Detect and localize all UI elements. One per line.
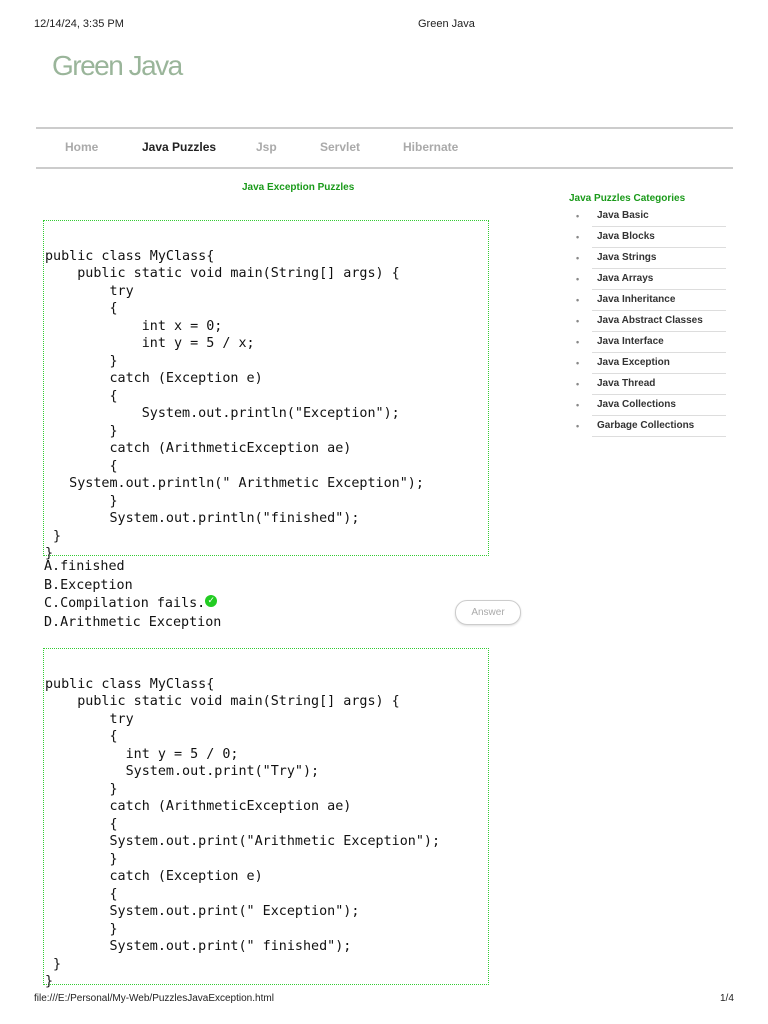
code-line: catch (Exception e) xyxy=(45,371,263,386)
sidebar-item[interactable]: Java Exception xyxy=(576,353,726,374)
code-line: { xyxy=(45,388,118,404)
code-line: try xyxy=(45,283,134,299)
code-line: System.out.println("Exception"); xyxy=(45,406,400,421)
code-line: } xyxy=(45,921,118,937)
code-line: } xyxy=(45,974,54,989)
sidebar-item[interactable]: Java Collections xyxy=(576,395,726,416)
code-line: } xyxy=(45,353,118,369)
code-line: { xyxy=(45,458,118,474)
nav-divider-bottom xyxy=(36,167,733,169)
print-datetime: 12/14/24, 3:35 PM xyxy=(34,18,124,30)
code-line: { xyxy=(45,886,118,902)
nav-home[interactable]: Home xyxy=(65,140,98,154)
code-line: System.out.print("Arithmetic Exception")… xyxy=(45,834,441,849)
option-b: B.Exception xyxy=(44,577,133,593)
footer-page: 1/4 xyxy=(720,993,734,1004)
code-line: int x = 0; xyxy=(45,318,223,334)
code-line: public static void main(String[] args) { xyxy=(45,694,400,709)
site-logo[interactable]: Green Java xyxy=(52,50,183,82)
sidebar-title: Java Puzzles Categories xyxy=(569,193,686,204)
sidebar-item[interactable]: Java Abstract Classes xyxy=(576,311,726,332)
sidebar-item[interactable]: Java Basic xyxy=(576,206,726,227)
code-line: try xyxy=(45,711,134,727)
code-block-1: public class MyClass{ public static void… xyxy=(43,220,489,561)
code-line: } xyxy=(45,528,62,544)
sidebar-categories: Java BasicJava BlocksJava StringsJava Ar… xyxy=(576,206,726,437)
code-line: System.out.println("finished"); xyxy=(45,511,360,526)
nav-jsp[interactable]: Jsp xyxy=(256,140,277,154)
sidebar-item[interactable]: Java Strings xyxy=(576,248,726,269)
code-line: catch (Exception e) xyxy=(45,869,263,884)
correct-check-icon: ✓ xyxy=(205,595,218,607)
code-line: int y = 5 / x; xyxy=(45,336,255,351)
code-line: { xyxy=(45,816,118,832)
option-c-label: C.Compilation fails. xyxy=(44,596,206,611)
sidebar-item[interactable]: Java Inheritance xyxy=(576,290,726,311)
code-line: public class MyClass{ xyxy=(45,248,215,264)
sidebar-item[interactable]: Java Arrays xyxy=(576,269,726,290)
code-line: } xyxy=(45,851,118,867)
code-line: int y = 5 / 0; xyxy=(45,746,239,762)
code-line: } xyxy=(45,956,62,972)
nav-divider-top xyxy=(36,127,733,129)
sidebar-item[interactable]: Java Thread xyxy=(576,374,726,395)
nav-hibernate[interactable]: Hibernate xyxy=(403,140,458,154)
code-block-2: public class MyClass{ public static void… xyxy=(43,648,489,989)
option-d: D.Arithmetic Exception xyxy=(44,614,222,630)
sidebar-item[interactable]: Java Interface xyxy=(576,332,726,353)
code-line: System.out.println(" Arithmetic Exceptio… xyxy=(45,476,424,491)
code-line: catch (ArithmeticException ae) xyxy=(45,799,352,814)
code-line: { xyxy=(45,729,118,744)
code-line: { xyxy=(45,301,118,316)
code-line: System.out.print(" finished"); xyxy=(45,939,352,954)
code-line: public static void main(String[] args) { xyxy=(45,266,400,281)
option-a: A.finished xyxy=(44,559,125,574)
code-line: System.out.print(" Exception"); xyxy=(45,904,360,919)
sidebar-item[interactable]: Garbage Collections xyxy=(576,416,726,437)
code-line: } xyxy=(45,493,118,509)
code-line: } xyxy=(45,423,118,439)
code-line: public class MyClass{ xyxy=(45,676,215,692)
sidebar-item[interactable]: Java Blocks xyxy=(576,227,726,248)
nav-servlet[interactable]: Servlet xyxy=(320,140,360,154)
answer-options: A.finished B.Exception C.Compilation fai… xyxy=(44,558,221,632)
code-line: catch (ArithmeticException ae) xyxy=(45,441,352,456)
code-line: System.out.print("Try"); xyxy=(45,764,320,779)
nav-java-puzzles[interactable]: Java Puzzles xyxy=(142,140,216,154)
answer-button[interactable]: Answer xyxy=(455,600,521,625)
print-title: Green Java xyxy=(418,18,475,30)
page-title: Java Exception Puzzles xyxy=(242,182,355,193)
code-line: } xyxy=(45,781,118,797)
option-c: C.Compilation fails. ✓ xyxy=(44,595,221,614)
footer-url: file:///E:/Personal/My-Web/PuzzlesJavaEx… xyxy=(34,993,274,1004)
